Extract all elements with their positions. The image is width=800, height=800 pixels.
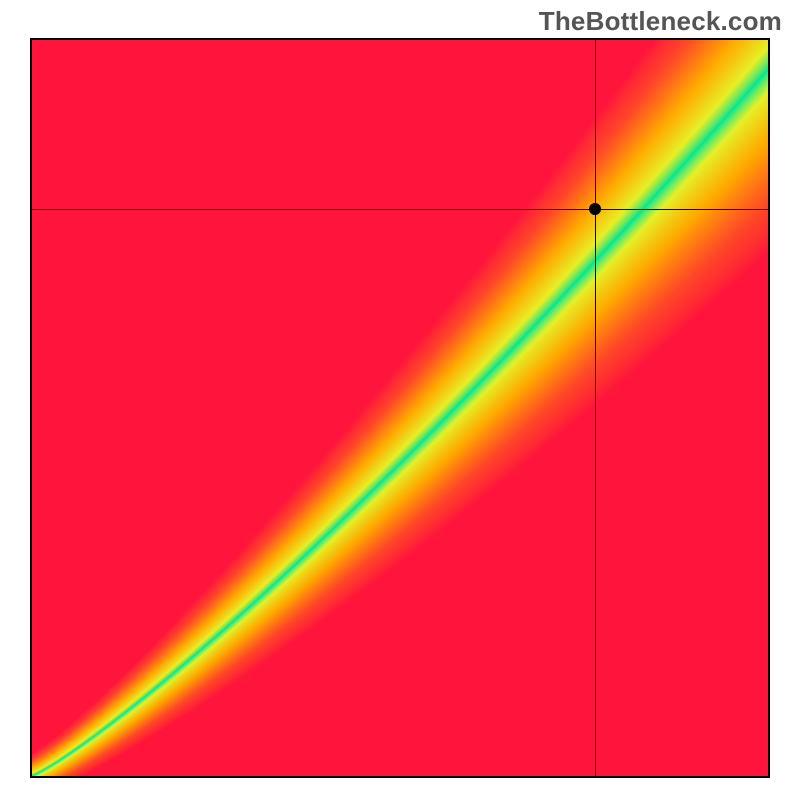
heatmap-canvas: [32, 40, 768, 776]
root: TheBottleneck.com: [0, 0, 800, 800]
plot-frame: [30, 38, 770, 778]
watermark-text: TheBottleneck.com: [539, 6, 782, 37]
crosshair-marker: [589, 203, 601, 215]
crosshair-horizontal: [32, 209, 768, 210]
crosshair-vertical: [595, 40, 596, 776]
